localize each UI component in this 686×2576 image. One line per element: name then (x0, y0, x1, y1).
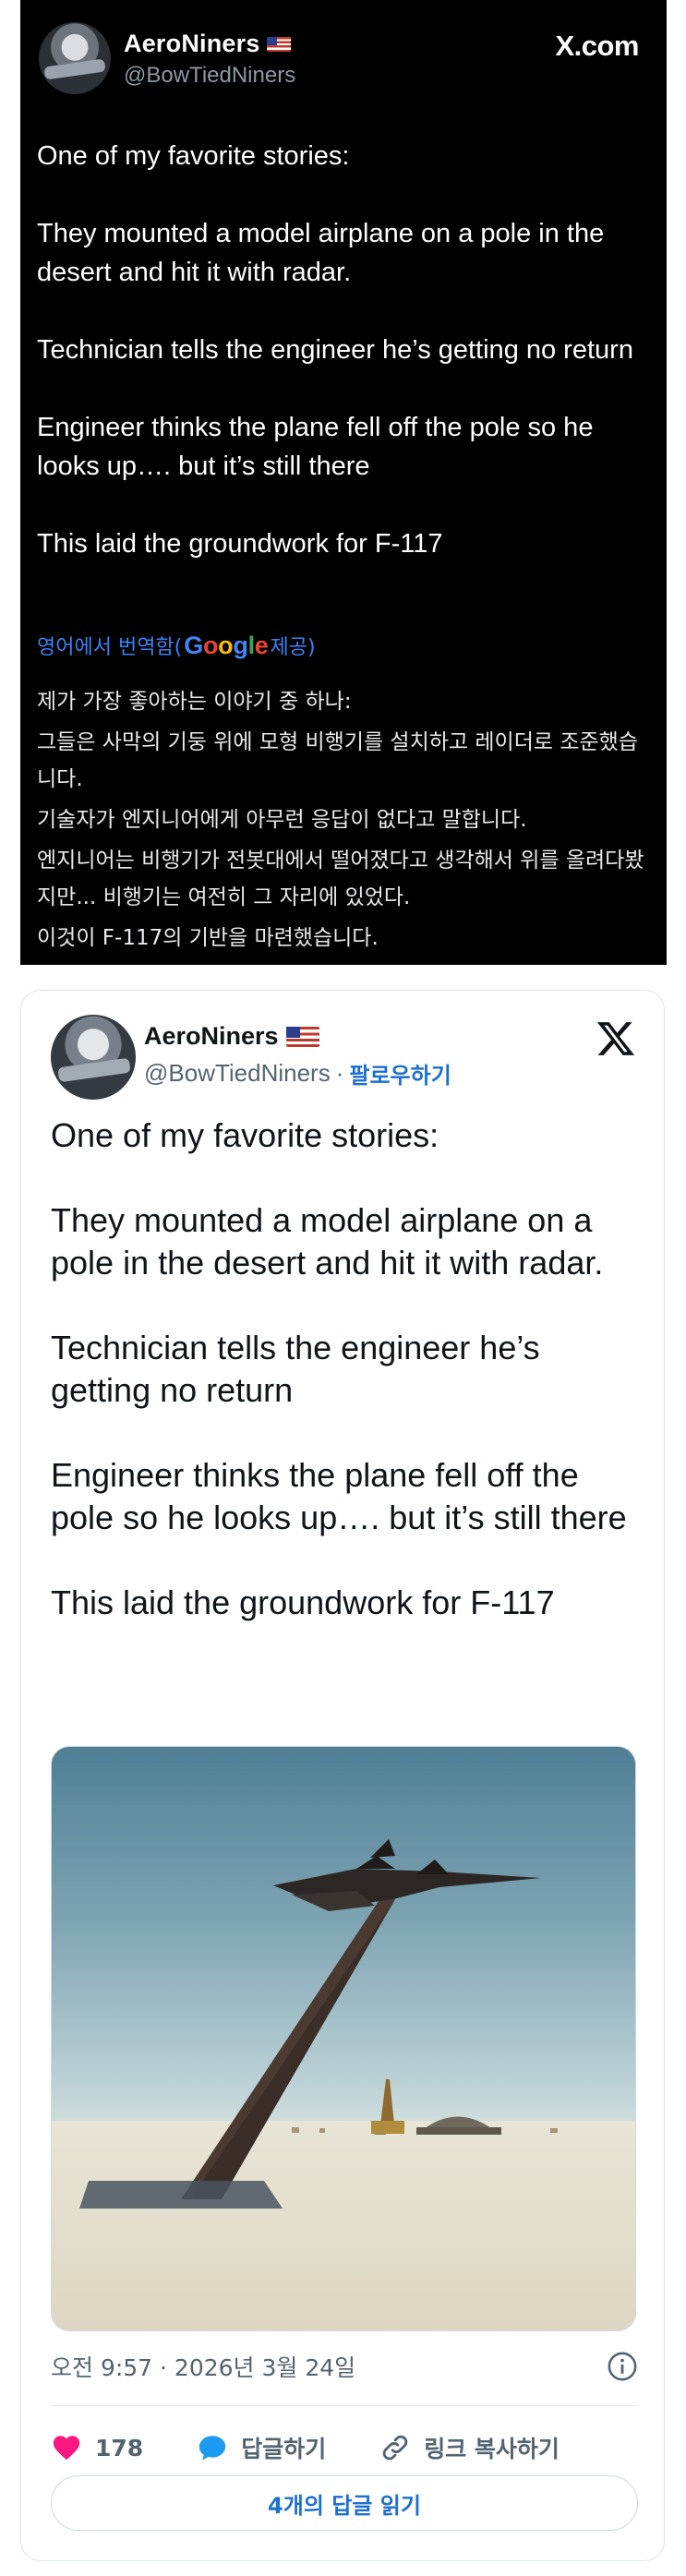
translated-tweet-card: AeroNiners @BowTiedNiners X.com One of m… (20, 0, 667, 965)
x-logo-icon[interactable] (596, 1018, 636, 1059)
translated-paragraph: 기술자가 엔지니어에게 아무런 응답이 없다고 말합니다. (37, 808, 527, 832)
embedded-tweet-card: AeroNiners @BowTiedNiners · 팔로우하기 One of… (20, 990, 665, 2561)
tweet-paragraph: Engineer thinks the plane fell off the p… (51, 1456, 627, 1536)
like-button[interactable]: 178 (51, 2432, 143, 2463)
tweet-paragraph: One of my favorite stories: (37, 141, 350, 171)
tweet-paragraph: One of my favorite stories: (51, 1116, 439, 1154)
timestamp-row: 오전 9:57 · 2026년 3월 24일 (51, 2350, 638, 2383)
tweet-text: One of my favorite stories: They mounted… (37, 137, 646, 602)
separator: · (335, 1059, 344, 1087)
action-bar: 178 답글하기 링크 복사하기 (51, 2431, 638, 2464)
translated-text: 제가 가장 좋아하는 이야기 중 하나: 그들은 사막의 기둥 위에 모형 비행… (37, 683, 656, 960)
user-handle[interactable]: @BowTiedNiners (124, 63, 295, 89)
tweet-paragraph: This laid the groundwork for F-117 (37, 529, 443, 559)
f117-pole-photo (52, 1747, 635, 2330)
tweet-paragraph: Technician tells the engineer he’s getti… (37, 335, 633, 365)
timestamp[interactable]: 오전 9:57 · 2026년 3월 24일 (51, 2350, 355, 2383)
tweet-paragraph: They mounted a model airplane on a pole … (37, 219, 605, 287)
tweet-photo[interactable] (51, 1746, 636, 2331)
divider (51, 2405, 638, 2406)
reply-label: 답글하기 (241, 2436, 327, 2462)
flag-us-icon (267, 37, 292, 52)
google-logo: Google (184, 631, 269, 659)
translated-paragraph: 엔지니어는 비행기가 전봇대에서 떨어졌다고 생각해서 위를 올려다봤지만...… (37, 849, 644, 909)
translated-paragraph: 그들은 사막의 기둥 위에 모형 비행기를 설치하고 레이더로 조준했습니다. (37, 730, 638, 791)
tweet-paragraph: They mounted a model airplane on a pole … (51, 1201, 604, 1282)
translation-suffix: 제공) (270, 636, 316, 659)
copy-link-label: 링크 복사하기 (424, 2436, 560, 2462)
like-count: 178 (95, 2434, 144, 2462)
flag-us-icon (285, 1026, 319, 1047)
tweet-paragraph: Engineer thinks the plane fell off the p… (37, 413, 594, 481)
display-name-text: AeroNiners (144, 1022, 279, 1050)
reply-bubble-icon (199, 2436, 226, 2461)
reply-button[interactable]: 답글하기 (197, 2431, 326, 2464)
translation-prefix: 영어에서 번역함( (37, 636, 183, 659)
copy-link-button[interactable]: 링크 복사하기 (379, 2431, 560, 2464)
info-icon[interactable] (607, 2351, 638, 2382)
handle-row: @BowTiedNiners · 팔로우하기 (144, 1057, 451, 1089)
avatar[interactable] (39, 22, 111, 94)
link-icon (382, 2435, 408, 2461)
follow-button[interactable]: 팔로우하기 (349, 1057, 451, 1089)
translated-paragraph: 제가 가장 좋아하는 이야기 중 하나: (37, 690, 352, 714)
translation-attribution[interactable]: 영어에서 번역함( Google 제공) (37, 631, 316, 660)
user-handle[interactable]: @BowTiedNiners (144, 1059, 331, 1088)
display-name[interactable]: AeroNiners (144, 1022, 319, 1051)
tweet-paragraph: Technician tells the engineer he’s getti… (51, 1329, 540, 1409)
avatar[interactable] (51, 1015, 136, 1100)
display-name-text: AeroNiners (124, 30, 260, 57)
tweet-paragraph: This laid the groundwork for F-117 (51, 1583, 555, 1621)
tweet-text: One of my favorite stories: They mounted… (51, 1114, 642, 1667)
read-replies-button[interactable]: 4개의 답글 읽기 (51, 2475, 638, 2531)
display-name[interactable]: AeroNiners (124, 30, 292, 58)
translated-paragraph: 이것이 F-117의 기반을 마련했습니다. (37, 926, 379, 950)
site-label: X.com (555, 30, 639, 62)
heart-icon (53, 2436, 80, 2461)
